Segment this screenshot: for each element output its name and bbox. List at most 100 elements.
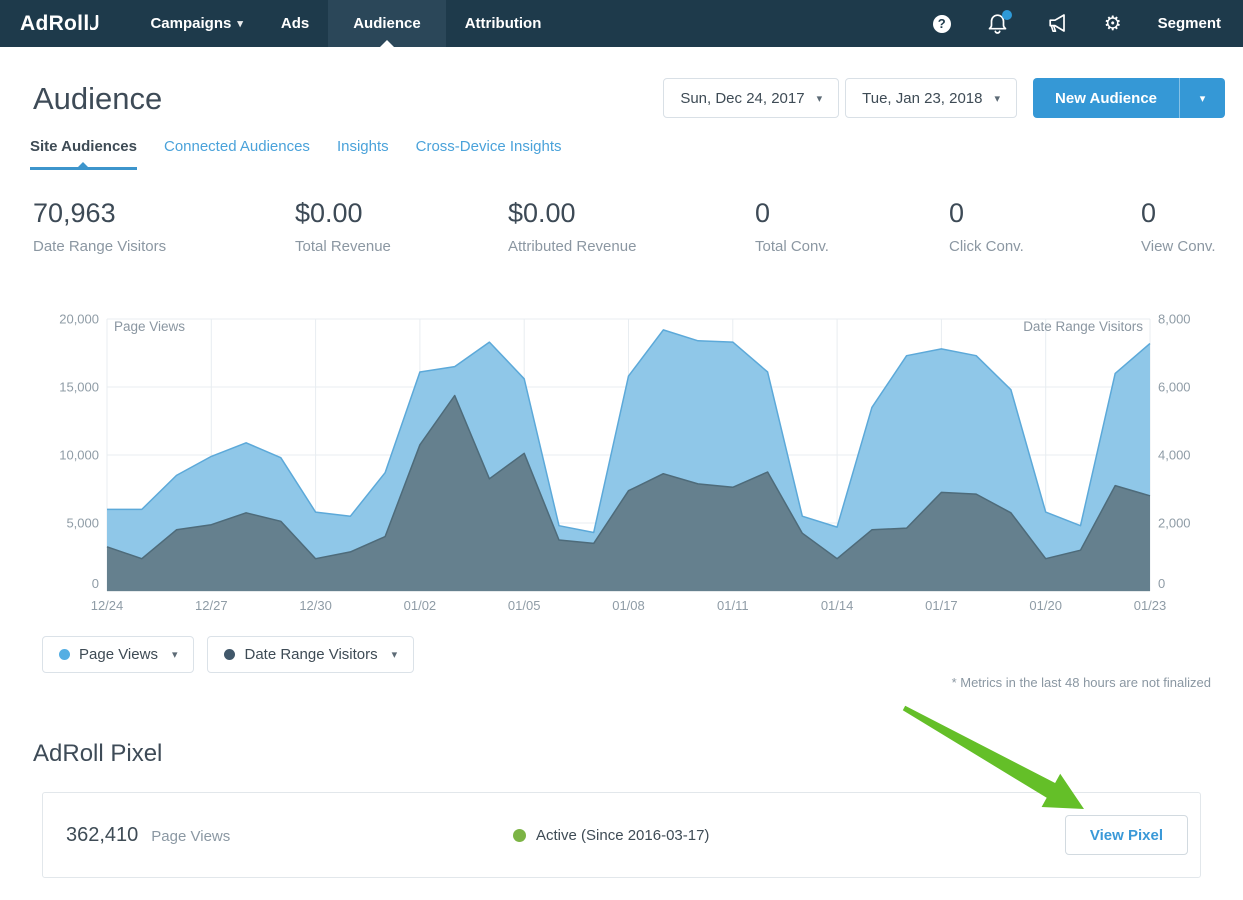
new-audience-dropdown-button[interactable]: ▾ bbox=[1179, 78, 1225, 118]
nav-item-label: Campaigns bbox=[150, 15, 231, 32]
stat-label: Total Conv. bbox=[755, 238, 949, 255]
stat-total-conv: 0 Total Conv. bbox=[755, 198, 949, 255]
legend-page-views-dropdown[interactable]: Page Views ▾ bbox=[42, 636, 194, 673]
svg-text:0: 0 bbox=[1158, 576, 1165, 591]
svg-text:01/20: 01/20 bbox=[1029, 598, 1062, 613]
settings-gear-icon[interactable]: ⚙ bbox=[1104, 14, 1122, 34]
view-pixel-button[interactable]: View Pixel bbox=[1065, 815, 1188, 855]
chevron-down-icon: ▾ bbox=[392, 648, 398, 661]
legend-date-range-visitors-dropdown[interactable]: Date Range Visitors ▾ bbox=[207, 636, 414, 673]
svg-text:4,000: 4,000 bbox=[1158, 448, 1191, 463]
legend-label: Date Range Visitors bbox=[244, 646, 377, 663]
svg-text:01/05: 01/05 bbox=[508, 598, 541, 613]
svg-text:Date Range Visitors: Date Range Visitors bbox=[1023, 319, 1143, 334]
tab-site-audiences[interactable]: Site Audiences bbox=[30, 138, 137, 170]
stat-attributed-revenue: $0.00 Attributed Revenue bbox=[508, 198, 755, 255]
help-glyph: ? bbox=[933, 15, 951, 33]
gear-glyph: ⚙ bbox=[1104, 14, 1122, 34]
stat-value: 0 bbox=[755, 198, 949, 229]
date-start-picker[interactable]: Sun, Dec 24, 2017 ▾ bbox=[663, 78, 839, 118]
announcements-megaphone-icon[interactable] bbox=[1044, 14, 1068, 34]
page-views-swatch-icon bbox=[59, 649, 70, 660]
adroll-pixel-card: 362,410 Page Views Active (Since 2016-03… bbox=[42, 792, 1201, 878]
metrics-footnote: * Metrics in the last 48 hours are not f… bbox=[952, 675, 1211, 690]
svg-text:12/30: 12/30 bbox=[299, 598, 332, 613]
svg-text:01/14: 01/14 bbox=[821, 598, 854, 613]
stat-label: Total Revenue bbox=[295, 238, 508, 255]
adroll-logo-text: AdRoll bbox=[20, 12, 89, 36]
area-chart-canvas: 05,00010,00015,00020,00002,0004,0006,000… bbox=[0, 310, 1243, 622]
stat-click-conv: 0 Click Conv. bbox=[949, 198, 1141, 255]
pixel-page-views: 362,410 Page Views bbox=[43, 824, 513, 847]
tab-cross-device-insights[interactable]: Cross-Device Insights bbox=[416, 138, 562, 170]
pixel-page-views-value: 362,410 bbox=[66, 824, 138, 847]
svg-text:01/17: 01/17 bbox=[925, 598, 958, 613]
stat-label: Date Range Visitors bbox=[33, 238, 295, 255]
help-icon[interactable]: ? bbox=[933, 15, 951, 33]
svg-text:01/02: 01/02 bbox=[404, 598, 437, 613]
summary-stats: 70,963 Date Range Visitors $0.00 Total R… bbox=[0, 198, 1243, 255]
chevron-down-icon: ▾ bbox=[817, 92, 823, 105]
nav-item-attribution[interactable]: Attribution bbox=[446, 0, 561, 47]
stat-value: 0 bbox=[949, 198, 1141, 229]
status-dot-icon bbox=[513, 829, 526, 842]
audience-page: AdRoll Campaigns ▾ Ads Audience Attribut… bbox=[0, 0, 1243, 900]
stat-view-conv: 0 View Conv. bbox=[1141, 198, 1243, 255]
chevron-down-icon: ▾ bbox=[172, 648, 178, 661]
stat-value: 70,963 bbox=[33, 198, 295, 229]
nav-item-ads[interactable]: Ads bbox=[262, 0, 328, 47]
stat-value: $0.00 bbox=[508, 198, 755, 229]
stat-value: $0.00 bbox=[295, 198, 508, 229]
nav-menu: Campaigns ▾ Ads Audience Attribution bbox=[131, 0, 560, 47]
svg-text:6,000: 6,000 bbox=[1158, 380, 1191, 395]
svg-text:5,000: 5,000 bbox=[66, 516, 99, 531]
nav-item-label: Audience bbox=[353, 15, 421, 32]
new-audience-split-button: New Audience ▾ bbox=[1033, 78, 1225, 118]
date-start-value: Sun, Dec 24, 2017 bbox=[680, 90, 804, 107]
svg-text:Page Views: Page Views bbox=[114, 319, 185, 334]
stat-label: Attributed Revenue bbox=[508, 238, 755, 255]
svg-text:01/08: 01/08 bbox=[612, 598, 645, 613]
date-end-picker[interactable]: Tue, Jan 23, 2018 ▾ bbox=[845, 78, 1017, 118]
page-title: Audience bbox=[33, 81, 162, 117]
nav-right: ? ⚙ Segment bbox=[933, 13, 1221, 35]
new-audience-button[interactable]: New Audience bbox=[1033, 78, 1179, 118]
svg-text:12/27: 12/27 bbox=[195, 598, 228, 613]
svg-text:0: 0 bbox=[92, 576, 99, 591]
date-end-value: Tue, Jan 23, 2018 bbox=[862, 90, 982, 107]
pixel-status: Active (Since 2016-03-17) bbox=[513, 827, 1065, 844]
svg-text:8,000: 8,000 bbox=[1158, 312, 1191, 327]
pixel-page-views-label: Page Views bbox=[151, 828, 230, 845]
nav-item-label: Ads bbox=[281, 15, 309, 32]
chevron-down-icon: ▾ bbox=[995, 92, 1001, 105]
stat-date-range-visitors: 70,963 Date Range Visitors bbox=[33, 198, 295, 255]
svg-text:2,000: 2,000 bbox=[1158, 516, 1191, 531]
svg-text:20,000: 20,000 bbox=[59, 312, 99, 327]
pixel-status-text: Active (Since 2016-03-17) bbox=[536, 827, 709, 844]
chart-legend: Page Views ▾ Date Range Visitors ▾ bbox=[42, 636, 414, 673]
audience-trend-chart: 05,00010,00015,00020,00002,0004,0006,000… bbox=[0, 310, 1243, 622]
svg-text:01/23: 01/23 bbox=[1134, 598, 1167, 613]
nav-item-audience[interactable]: Audience bbox=[328, 0, 446, 47]
chevron-down-icon: ▾ bbox=[237, 17, 243, 30]
audience-tabs: Site Audiences Connected Audiences Insig… bbox=[30, 138, 1243, 170]
adroll-logo[interactable]: AdRoll bbox=[20, 12, 99, 36]
visitors-swatch-icon bbox=[224, 649, 235, 660]
segment-account-link[interactable]: Segment bbox=[1158, 15, 1221, 32]
legend-label: Page Views bbox=[79, 646, 158, 663]
notification-badge bbox=[1002, 10, 1012, 20]
header-controls: Sun, Dec 24, 2017 ▾ Tue, Jan 23, 2018 ▾ … bbox=[663, 78, 1225, 118]
top-nav: AdRoll Campaigns ▾ Ads Audience Attribut… bbox=[0, 0, 1243, 47]
nav-item-label: Attribution bbox=[465, 15, 542, 32]
tab-connected-audiences[interactable]: Connected Audiences bbox=[164, 138, 310, 170]
adroll-pixel-section-title: AdRoll Pixel bbox=[33, 740, 162, 768]
stat-total-revenue: $0.00 Total Revenue bbox=[295, 198, 508, 255]
adroll-logo-tail-icon bbox=[90, 15, 99, 30]
stat-label: Click Conv. bbox=[949, 238, 1141, 255]
notifications-bell-icon[interactable] bbox=[987, 13, 1008, 35]
tab-insights[interactable]: Insights bbox=[337, 138, 389, 170]
stat-label: View Conv. bbox=[1141, 238, 1243, 255]
svg-text:12/24: 12/24 bbox=[91, 598, 124, 613]
svg-text:01/11: 01/11 bbox=[717, 598, 749, 613]
nav-item-campaigns[interactable]: Campaigns ▾ bbox=[131, 0, 261, 47]
